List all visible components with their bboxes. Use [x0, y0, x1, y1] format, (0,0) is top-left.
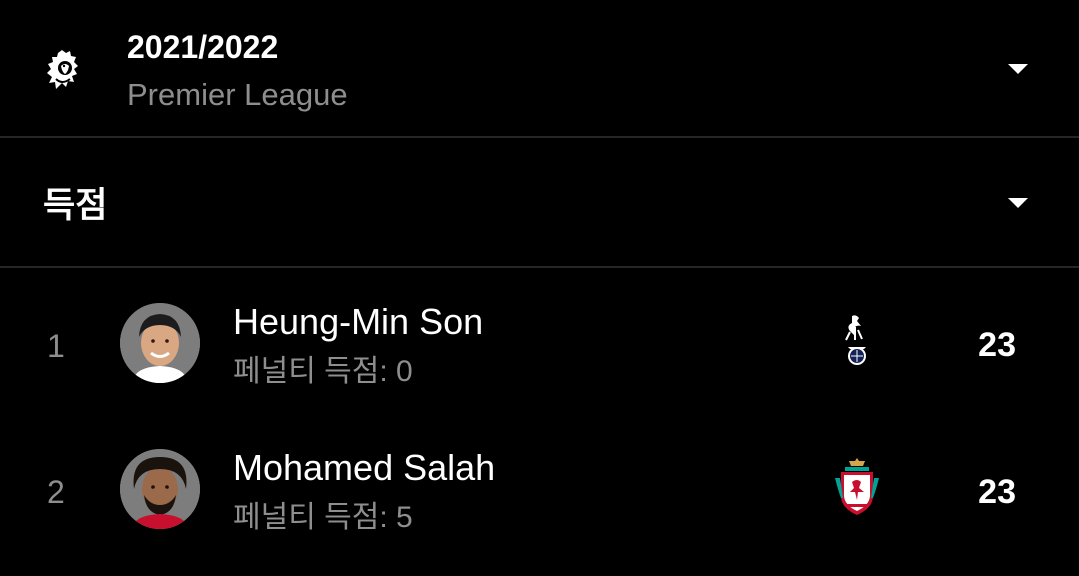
penalty-goals: 페널티 득점: 0: [233, 355, 413, 388]
player-avatar: [120, 449, 200, 529]
liverpool-crest-icon: [835, 458, 879, 515]
caret-down-icon[interactable]: [1008, 64, 1028, 74]
stat-label: 득점: [43, 186, 108, 225]
league-name: Premier League: [127, 77, 348, 112]
player-name: Heung-Min Son: [233, 301, 484, 342]
player-rank: 1: [47, 328, 65, 364]
player-avatar: [120, 303, 200, 383]
goals-count: 23: [978, 473, 1016, 511]
stat-selector[interactable]: 득점: [0, 138, 1079, 266]
player-name: Mohamed Salah: [233, 447, 496, 488]
tottenham-crest-icon: [845, 315, 866, 365]
divider: [0, 266, 1079, 268]
premier-league-lion-icon: [47, 50, 78, 89]
season-selector[interactable]: 2021/2022 Premier League: [0, 0, 1079, 137]
penalty-goals: 페널티 득점: 5: [233, 501, 413, 534]
goals-count: 23: [978, 326, 1016, 364]
season-year: 2021/2022: [127, 29, 279, 65]
player-row[interactable]: 1 Heung-Min Son 페널티 득점: 0 23: [0, 274, 1079, 414]
player-rank: 2: [47, 474, 65, 510]
caret-down-icon[interactable]: [1008, 198, 1028, 208]
player-row[interactable]: 2 Mohamed Salah 페널티 득점: 5 23: [0, 420, 1079, 560]
